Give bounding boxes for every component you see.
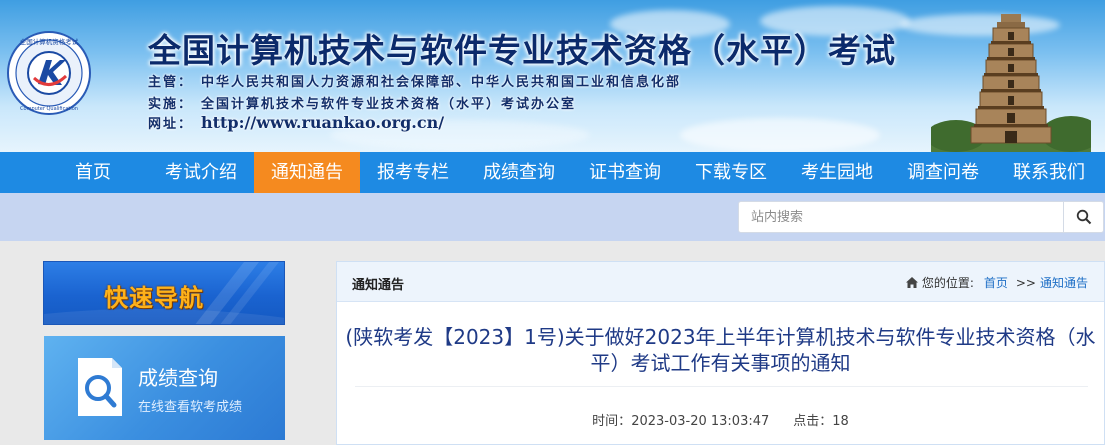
article-meta: 时间：2023-03-20 13:03:47 点击：18 <box>337 410 1104 429</box>
search-icon <box>1076 209 1091 225</box>
score-query-subtitle: 在线查看软考成绩 <box>138 400 243 415</box>
nav-item-8[interactable]: 考生园地 <box>784 152 890 193</box>
home-icon <box>905 277 918 288</box>
exam-logo[interactable]: 全国计算机资格考试 Computer Qualification <box>6 30 92 116</box>
notice-panel: 通知通告 您的位置: 首页 >> 通知通告 (陕软考发【2023】1号)关于做好… <box>336 261 1105 445</box>
svg-text:Computer Qualification: Computer Qualification <box>20 106 78 112</box>
organizer-label: 主管： <box>148 75 194 90</box>
panel-title: 通知通告 <box>352 278 405 293</box>
breadcrumb-current-link[interactable]: 通知通告 <box>1040 274 1088 291</box>
quick-nav-banner: 快速导航 <box>43 261 285 325</box>
breadcrumb: 您的位置: 首页 >> 通知通告 <box>905 274 1088 291</box>
nav-item-9[interactable]: 调查问卷 <box>890 152 996 193</box>
nav-item-10[interactable]: 联系我们 <box>996 152 1102 193</box>
breadcrumb-home-link[interactable]: 首页 <box>984 274 1008 291</box>
click-count: 18 <box>832 414 849 429</box>
quick-nav-title: 快速导航 <box>104 284 204 312</box>
url-value[interactable]: http://www.ruankao.org.cn/ <box>201 113 444 132</box>
breadcrumb-separator: >> <box>1015 275 1036 290</box>
search-strip <box>0 193 1105 241</box>
nav-item-5[interactable]: 成绩查询 <box>466 152 572 193</box>
search-input[interactable] <box>738 201 1064 233</box>
article-divider <box>355 386 1088 387</box>
score-query-title: 成绩查询 <box>138 366 218 390</box>
url-label: 网址： <box>148 117 194 132</box>
url-line: 网址： http://www.ruankao.org.cn/ <box>148 113 444 132</box>
clicks-label: 点击： <box>793 414 833 429</box>
implementer-value: 全国计算机技术与软件专业技术资格（水平）考试办公室 <box>201 97 577 112</box>
cloud <box>680 118 880 152</box>
panel-header: 通知通告 您的位置: 首页 >> 通知通告 <box>337 262 1104 302</box>
publish-time: 2023-03-20 13:03:47 <box>631 414 770 429</box>
svg-text:全国计算机资格考试: 全国计算机资格考试 <box>20 37 79 46</box>
nav-item-7[interactable]: 下载专区 <box>678 152 784 193</box>
time-label: 时间： <box>592 414 632 429</box>
search-button[interactable] <box>1064 201 1104 233</box>
nav-item-3[interactable]: 通知通告 <box>254 152 360 193</box>
header-banner: 全国计算机资格考试 Computer Qualification 全国计算机技术… <box>0 0 1105 152</box>
main-nav: 首页 考试介绍 通知通告 报考专栏 成绩查询 证书查询 下载专区 考生园地 调查问卷 联系我们 <box>0 152 1105 193</box>
implementer-label: 实施： <box>148 97 194 112</box>
pagoda-illustration <box>931 14 1091 152</box>
nav-item-1[interactable]: 首页 <box>38 152 148 193</box>
organizer-line: 主管： 中华人民共和国人力资源和社会保障部、中华人民共和国工业和信息化部 <box>148 71 681 90</box>
breadcrumb-prefix: 您的位置: <box>921 276 974 290</box>
article-title: (陕软考发【2023】1号)关于做好2023年上半年计算机技术与软件专业技术资格… <box>345 325 1096 375</box>
implementer-line: 实施： 全国计算机技术与软件专业技术资格（水平）考试办公室 <box>148 93 576 112</box>
organizer-value: 中华人民共和国人力资源和社会保障部、中华人民共和国工业和信息化部 <box>201 75 682 90</box>
nav-item-6[interactable]: 证书查询 <box>572 152 678 193</box>
site-title: 全国计算机技术与软件专业技术资格（水平）考试 <box>148 31 896 70</box>
magnifier-icon <box>78 358 122 416</box>
nav-item-4[interactable]: 报考专栏 <box>360 152 466 193</box>
nav-item-2[interactable]: 考试介绍 <box>148 152 254 193</box>
score-query-card[interactable]: 成绩查询 在线查看软考成绩 <box>44 336 285 440</box>
